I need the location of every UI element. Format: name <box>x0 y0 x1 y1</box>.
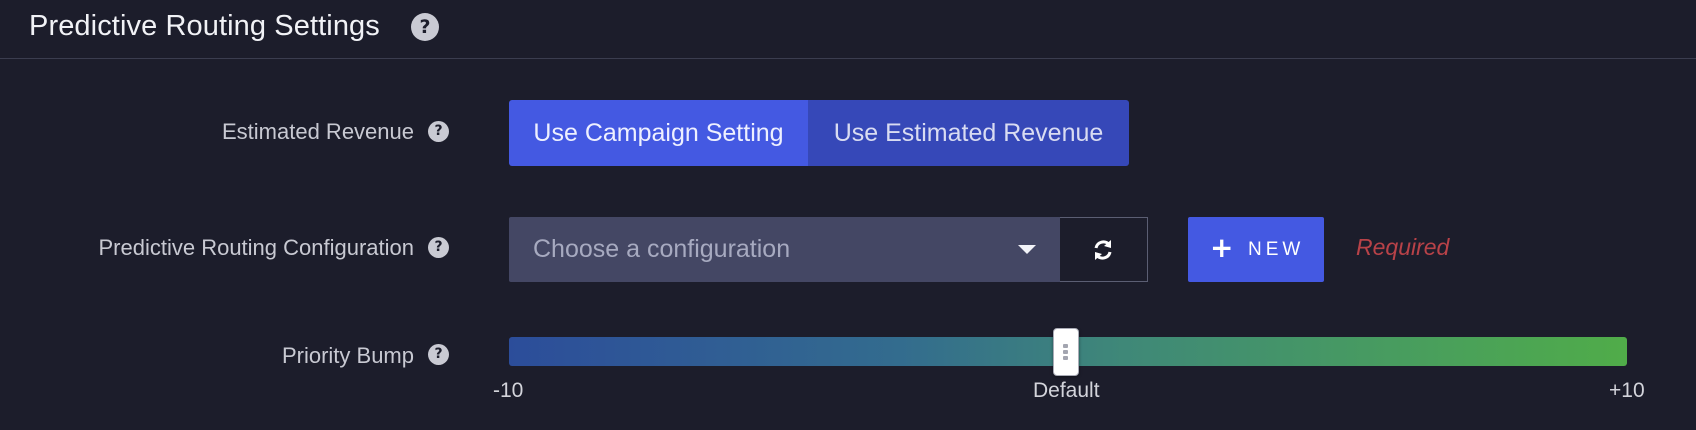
plus-icon: + <box>1210 231 1234 264</box>
slider-max-label: +10 <box>1609 379 1645 402</box>
required-indicator: Required <box>1356 234 1450 260</box>
grip-dot <box>1063 344 1068 348</box>
estimated-revenue-label: Estimated Revenue <box>222 119 414 144</box>
estimated-revenue-help-icon[interactable]: ? <box>428 121 449 142</box>
settings-header: Predictive Routing Settings ? <box>0 0 1696 59</box>
configuration-select[interactable]: Choose a configuration <box>509 217 1060 282</box>
new-button-label: NEW <box>1248 239 1305 260</box>
configuration-select-placeholder: Choose a configuration <box>533 235 791 263</box>
refresh-button[interactable] <box>1060 217 1148 282</box>
question-circle-icon[interactable]: ? <box>411 13 439 41</box>
chevron-down-icon <box>1018 245 1036 254</box>
priority-bump-help-icon[interactable]: ? <box>428 344 449 365</box>
slider-default-label: Default <box>1033 379 1100 402</box>
new-configuration-button[interactable]: + NEW <box>1188 217 1324 282</box>
routing-configuration-help-icon[interactable]: ? <box>428 237 449 258</box>
priority-bump-slider-handle[interactable] <box>1053 328 1079 376</box>
slider-min-label: -10 <box>493 379 524 402</box>
use-campaign-setting-button[interactable]: Use Campaign Setting <box>509 100 808 166</box>
grip-dot <box>1063 350 1068 354</box>
page-title: Predictive Routing Settings <box>29 10 380 42</box>
routing-configuration-label: Predictive Routing Configuration <box>98 235 414 260</box>
priority-bump-label: Priority Bump <box>281 343 414 368</box>
use-estimated-revenue-button[interactable]: Use Estimated Revenue <box>808 100 1129 166</box>
grip-dot <box>1063 356 1068 360</box>
refresh-icon <box>1094 240 1112 260</box>
